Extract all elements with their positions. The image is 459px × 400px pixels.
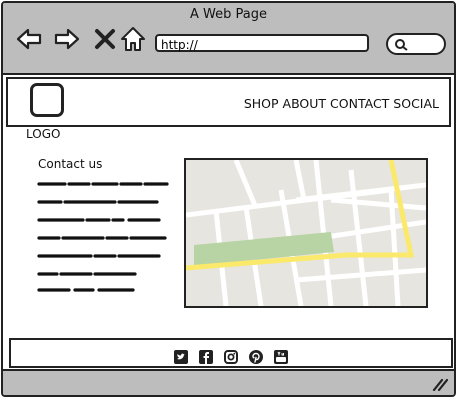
placeholder-text-scribbles (37, 182, 169, 292)
browser-titlebar: A Web Page http:// (3, 3, 454, 75)
home-icon[interactable] (119, 25, 147, 53)
facebook-icon[interactable] (198, 349, 213, 364)
contact-title: Contact us (38, 157, 103, 171)
search-icon (395, 39, 408, 51)
site-footer (9, 338, 453, 368)
menu-item-contact[interactable]: CONTACT (330, 96, 389, 111)
main-menu: SHOP ABOUT CONTACT SOCIAL (244, 96, 439, 111)
back-arrow-icon[interactable] (15, 25, 43, 53)
menu-item-social[interactable]: SOCIAL (393, 96, 439, 111)
map-image[interactable] (184, 158, 428, 308)
instagram-icon[interactable] (224, 349, 238, 364)
youtube-icon[interactable] (274, 349, 289, 364)
social-links (11, 346, 451, 365)
menu-item-shop[interactable]: SHOP (244, 96, 279, 111)
site-header: SHOP ABOUT CONTACT SOCIAL (6, 77, 451, 127)
resize-grip-icon[interactable] (432, 377, 448, 391)
forward-arrow-icon[interactable] (53, 25, 81, 53)
url-input[interactable]: http:// (155, 34, 369, 52)
window-title: A Web Page (190, 7, 267, 22)
menu-item-about[interactable]: ABOUT (283, 96, 327, 111)
logo-image[interactable] (30, 83, 64, 117)
logo-label: LOGO (26, 127, 61, 141)
search-field[interactable] (386, 33, 446, 55)
browser-window: A Web Page http:// SHOP ABOUT CONTACT SO… (1, 1, 456, 397)
twitter-icon[interactable] (173, 349, 188, 364)
browser-statusbar (3, 369, 454, 395)
close-x-icon[interactable] (91, 25, 119, 53)
pinterest-icon[interactable] (249, 349, 264, 364)
